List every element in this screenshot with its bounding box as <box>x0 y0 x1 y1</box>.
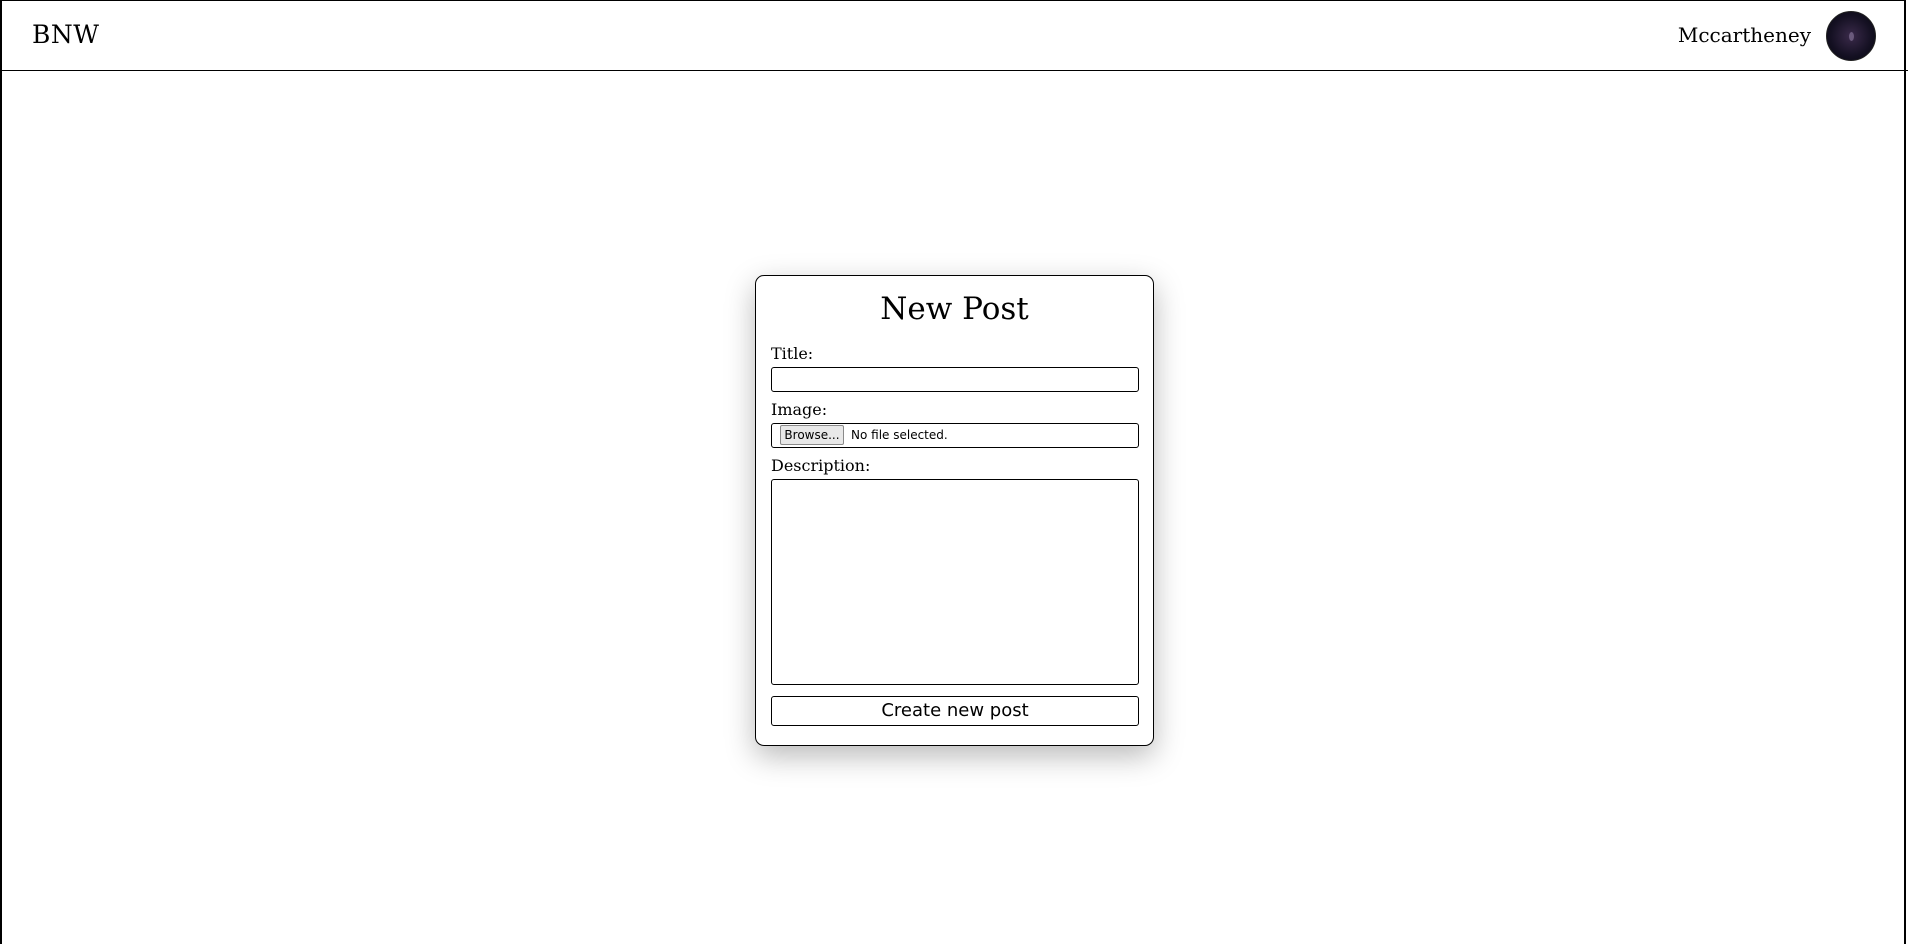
brand-logo[interactable]: BNW <box>32 20 99 49</box>
image-label: Image: <box>771 400 828 419</box>
username[interactable]: Mccartheney <box>1678 23 1811 47</box>
card-heading: New Post <box>880 291 1029 327</box>
image-file-input[interactable]: Browse... No file selected. <box>771 423 1139 448</box>
file-status: No file selected. <box>851 428 948 442</box>
description-label: Description: <box>771 456 871 475</box>
new-post-card: New Post Title: Image: Browse... No file… <box>755 275 1154 746</box>
navbar: BNW Mccartheney <box>0 0 1908 71</box>
browse-button[interactable]: Browse... <box>780 425 844 445</box>
title-input[interactable] <box>771 367 1139 392</box>
description-textarea[interactable] <box>771 479 1139 685</box>
title-label: Title: <box>771 344 814 363</box>
avatar-detail <box>1849 32 1854 41</box>
avatar[interactable] <box>1826 11 1876 61</box>
create-post-button[interactable]: Create new post <box>771 696 1139 726</box>
